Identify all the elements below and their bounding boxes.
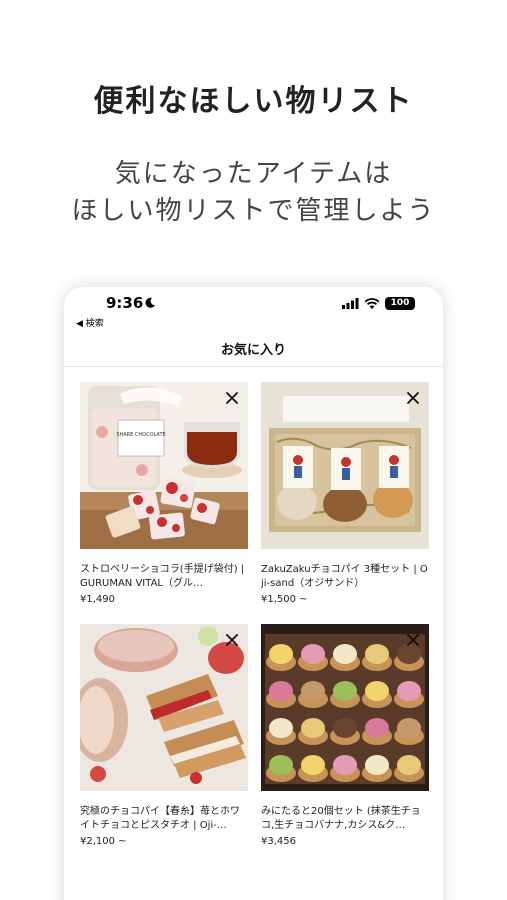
status-time: 9:36 — [106, 294, 144, 312]
close-icon[interactable] — [224, 632, 240, 648]
product-price: ¥2,100 ~ — [80, 836, 127, 847]
favorite-item-card[interactable]: ZakuZakuチョコパイ 3種セット | Oji-sand（オジサンド） ¥1… — [261, 382, 429, 605]
moon-icon — [145, 297, 155, 308]
product-image[interactable] — [80, 624, 248, 791]
close-icon[interactable] — [224, 390, 240, 406]
product-price: ¥1,500 ~ — [261, 594, 308, 605]
nav-divider — [64, 366, 443, 367]
product-image[interactable] — [261, 382, 429, 549]
product-image[interactable] — [261, 624, 429, 791]
product-image[interactable]: SHARE CHOCOLATE — [80, 382, 248, 549]
close-icon[interactable] — [405, 632, 421, 648]
favorite-item-card[interactable]: 究極のチョコパイ【春糸】苺とホワイトチョコとピスタチオ | Oji-… ¥2,1… — [80, 624, 248, 847]
wifi-icon — [364, 297, 380, 309]
app-store-screenshot: 便利なほしい物リスト 気になったアイテムは ほしい物リストで管理しよう 9:36… — [0, 0, 507, 900]
page-title: お気に入り — [220, 343, 286, 358]
product-title[interactable]: ZakuZakuチョコパイ 3種セット | Oji-sand（オジサンド） — [261, 563, 429, 591]
product-price: ¥1,490 — [80, 594, 115, 605]
close-icon[interactable] — [405, 390, 421, 406]
battery-icon: 100 — [385, 297, 415, 310]
product-title[interactable]: ストロベリーショコラ(手提げ袋付) | GURUMAN VITAL（グル… — [80, 563, 248, 591]
jar-label-text: SHARE CHOCOLATE — [116, 432, 165, 438]
favorite-item-card[interactable]: SHARE CHOCOLATE ストロベリーショコラ(手提げ袋付) | GURU… — [80, 382, 248, 605]
product-title[interactable]: 究極のチョコパイ【春糸】苺とホワイトチョコとピスタチオ | Oji-… — [80, 805, 248, 833]
product-title[interactable]: みにたると20個セット (抹茶生チョコ,生チョコバナナ,カシス&ク… — [261, 805, 429, 833]
status-icons: 100 — [342, 297, 415, 310]
promo-subline-1: 気になったアイテムは — [114, 159, 393, 189]
back-to-search-link[interactable]: ◀ 検索 — [76, 316, 104, 329]
promo-headline: 便利なほしい物リスト — [93, 84, 414, 119]
phone-frame: 9:36 ◀ 検索 100 お気に入り SHARE CHOCOLATE ストロベ… — [64, 287, 443, 900]
favorite-item-card[interactable]: みにたると20個セット (抹茶生チョコ,生チョコバナナ,カシス&ク… ¥3,45… — [261, 624, 429, 847]
product-price: ¥3,456 — [261, 836, 296, 847]
cellular-signal-icon — [342, 298, 359, 309]
promo-subline-2: ほしい物リストで管理しよう — [71, 196, 436, 226]
